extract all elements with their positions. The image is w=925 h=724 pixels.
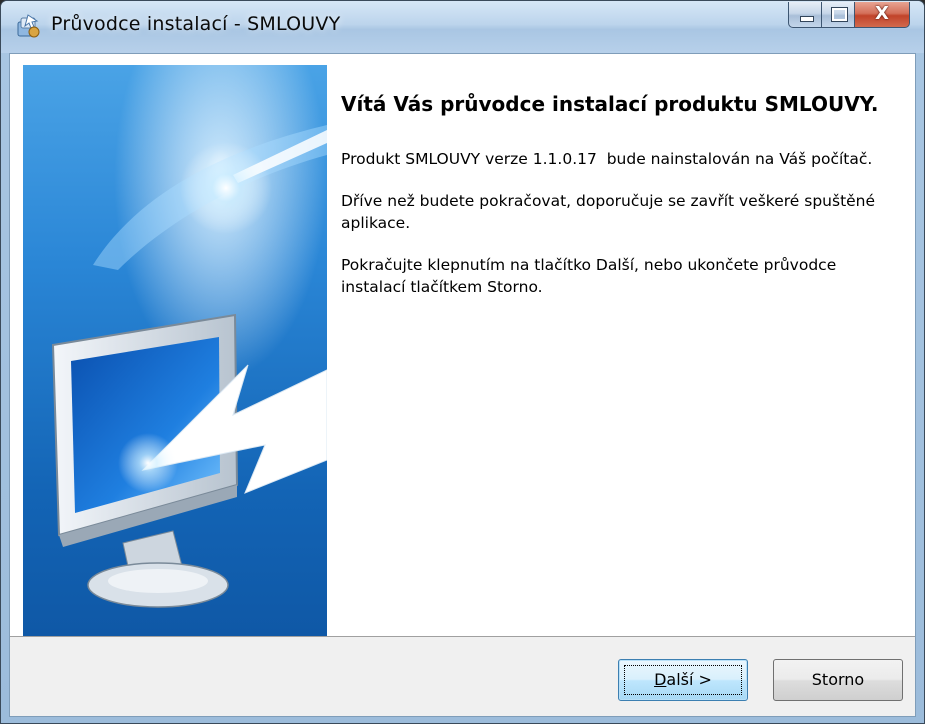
next-button[interactable]: Další > [618, 659, 748, 701]
next-accelerator: D [654, 670, 667, 689]
installer-window: Průvodce instalací - SMLOUVY X Vítá Vás … [0, 0, 925, 724]
close-icon: X [875, 3, 889, 24]
minimize-icon [800, 16, 814, 22]
cancel-button[interactable]: Storno [773, 659, 903, 701]
close-apps-paragraph: Dříve než budete pokračovat, doporučuje … [341, 192, 880, 232]
version-paragraph: Produkt SMLOUVY verze 1.1.0.17 bude nain… [341, 150, 873, 168]
welcome-heading: Vítá Vás průvodce instalací produktu SML… [341, 92, 879, 116]
instructions-paragraph: Pokračujte klepnutím na tlačítko Další, … [341, 256, 842, 296]
button-bar: Další > Storno [10, 636, 915, 716]
minimize-button[interactable] [788, 2, 822, 28]
title-bar[interactable]: Průvodce instalací - SMLOUVY X [1, 1, 924, 53]
maximize-icon [831, 7, 848, 22]
installer-icon [17, 14, 40, 38]
next-label-rest: alší > [666, 670, 712, 689]
welcome-content: Vítá Vás průvodce instalací produktu SML… [341, 90, 881, 318]
next-button-label: Další > [654, 670, 712, 689]
wizard-page: Vítá Vás průvodce instalací produktu SML… [9, 53, 916, 717]
wizard-banner-image [23, 65, 327, 636]
window-title: Průvodce instalací - SMLOUVY [51, 13, 341, 35]
maximize-button[interactable] [822, 2, 855, 28]
close-button[interactable]: X [855, 2, 910, 28]
caption-buttons: X [788, 2, 910, 28]
